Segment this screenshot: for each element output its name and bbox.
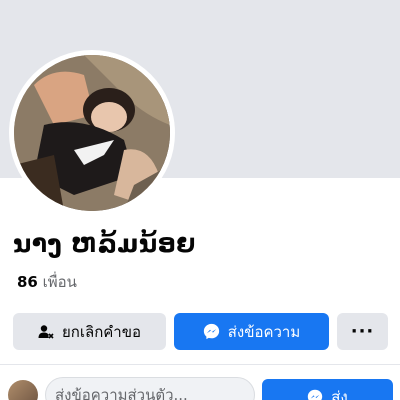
- more-options-icon: ···: [350, 321, 375, 342]
- person-x-icon: [38, 324, 54, 340]
- messenger-icon: [307, 389, 323, 400]
- message-button-label: ส่งข้อความ: [227, 322, 301, 341]
- friend-count-label: เพื่อน: [42, 273, 77, 291]
- profile-photo-image: [14, 55, 170, 211]
- cancel-friend-request-label: ยกเลิกคำขอ: [62, 322, 141, 341]
- cancel-friend-request-button[interactable]: ยกเลิกคำขอ: [13, 313, 166, 350]
- message-button[interactable]: ส่งข้อความ: [174, 313, 329, 350]
- composer-avatar: [8, 380, 38, 400]
- messenger-icon: [203, 323, 220, 340]
- private-message-input[interactable]: ส่งข้อความส่วนตัว...: [45, 377, 255, 400]
- more-options-button[interactable]: ···: [337, 313, 388, 350]
- friend-count[interactable]: 86 เพื่อน: [17, 270, 77, 294]
- profile-picture-frame[interactable]: [9, 50, 175, 216]
- profile-picture[interactable]: [14, 55, 170, 211]
- send-button[interactable]: ส่ง: [262, 379, 393, 400]
- send-button-label: ส่ง: [331, 388, 348, 400]
- friend-count-number: 86: [17, 273, 38, 291]
- section-divider: [0, 364, 400, 365]
- profile-name: ນາງ ຫລ້ມນ້ອຍ: [13, 229, 196, 258]
- private-message-placeholder: ส่งข้อความส่วนตัว...: [55, 386, 188, 400]
